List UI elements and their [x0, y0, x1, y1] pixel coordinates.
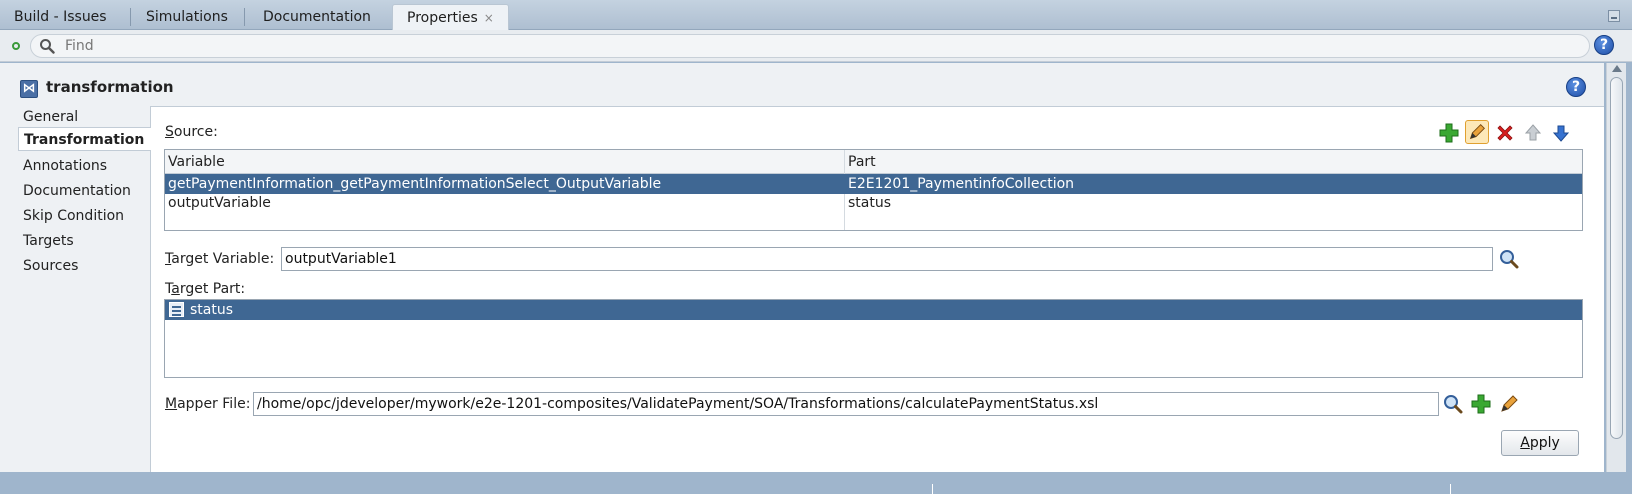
search-icon[interactable] [1497, 247, 1521, 271]
target-part-label: Target Part: [165, 281, 246, 297]
mapper-file-label: Mapper File: [165, 396, 251, 412]
nav-item-documentation[interactable]: Documentation [18, 179, 150, 203]
move-down-icon[interactable] [1549, 121, 1573, 145]
tab-documentation[interactable]: Documentation [249, 4, 385, 30]
nav-item-skip-condition[interactable]: Skip Condition [18, 204, 150, 228]
pencil-icon [1469, 124, 1485, 140]
target-variable-label: Target Variable: [165, 251, 275, 267]
tab-bar: Build - Issues Simulations Documentation… [0, 0, 1632, 30]
list-item-label: status [190, 302, 234, 318]
nav-item-targets[interactable]: Targets [18, 229, 150, 253]
tab-build-issues[interactable]: Build - Issues [0, 4, 121, 30]
table-cell-variable: getPaymentInformation_getPaymentInformat… [168, 176, 662, 192]
tab-properties[interactable]: Properties × [392, 4, 509, 30]
page-title: transformation [46, 78, 174, 96]
target-part-list[interactable]: status [164, 299, 1583, 378]
table-row[interactable]: getPaymentInformation_getPaymentInformat… [165, 174, 1582, 194]
status-strip [0, 472, 1632, 494]
source-table[interactable]: Variable Part getPaymentInformation_getP… [164, 149, 1583, 231]
tab-separator [130, 8, 131, 26]
help-icon[interactable]: ? [1566, 77, 1586, 97]
nav-item-sources[interactable]: Sources [18, 254, 150, 278]
tab-simulations[interactable]: Simulations [132, 4, 242, 30]
table-cell-part: status [848, 195, 892, 211]
divider [932, 484, 933, 494]
add-icon[interactable] [1469, 392, 1493, 416]
transformation-panel: Source: Variable Part getPaymentInformat… [150, 106, 1604, 472]
help-icon[interactable]: ? [1594, 35, 1614, 55]
divider [1450, 484, 1451, 494]
status-dot-icon [12, 42, 20, 50]
transformation-icon: ⋈ [20, 80, 38, 98]
table-cell-variable: outputVariable [168, 195, 271, 211]
column-header-variable[interactable]: Variable [165, 150, 845, 174]
pencil-icon[interactable] [1497, 392, 1521, 416]
search-icon [40, 39, 55, 54]
element-icon [169, 302, 184, 317]
find-field[interactable] [30, 34, 1590, 58]
vertical-scrollbar[interactable] [1606, 63, 1626, 472]
move-up-icon[interactable] [1521, 121, 1545, 145]
tab-properties-label: Properties [407, 10, 478, 26]
add-icon[interactable] [1437, 121, 1461, 145]
scrollbar-thumb[interactable] [1610, 77, 1623, 439]
table-cell-part: E2E1201_PaymentinfoCollection [848, 176, 1075, 192]
search-icon[interactable] [1441, 392, 1465, 416]
column-header-part[interactable]: Part [845, 150, 1582, 174]
find-input[interactable] [63, 36, 1563, 56]
nav-item-general[interactable]: General [18, 105, 150, 129]
nav-item-transformation[interactable]: Transformation [18, 127, 151, 151]
list-item[interactable]: status [165, 300, 1582, 320]
nav-item-annotations[interactable]: Annotations [18, 154, 150, 178]
mapper-file-field[interactable]: /home/opc/jdeveloper/mywork/e2e-1201-com… [253, 392, 1439, 416]
find-bar: ? [0, 30, 1632, 62]
table-row[interactable]: outputVariable status [165, 193, 1582, 213]
close-icon[interactable]: × [484, 11, 494, 25]
source-label: Source: [165, 124, 218, 140]
scroll-up-icon[interactable] [1612, 65, 1622, 72]
edit-button[interactable] [1465, 120, 1489, 144]
target-variable-field[interactable]: outputVariable1 [281, 247, 1493, 271]
properties-panel: ⋈ transformation ? General Transformatio… [0, 63, 1604, 472]
apply-button[interactable]: Apply [1501, 430, 1579, 456]
minimize-icon[interactable] [1608, 10, 1620, 22]
delete-icon[interactable] [1493, 121, 1517, 145]
tab-separator [244, 8, 245, 26]
